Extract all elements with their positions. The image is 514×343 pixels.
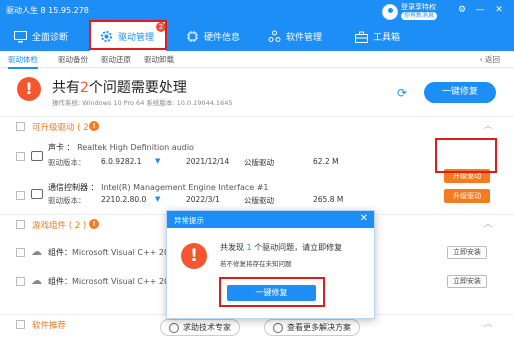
- summary-title: 共有2个问题需要处理: [52, 77, 187, 97]
- dropdown-icon[interactable]: ▼: [155, 157, 160, 165]
- dialog-subtext: 若不修复将存在未知问题: [220, 260, 292, 268]
- expert-icon: [169, 322, 179, 333]
- warning-icon: !: [89, 121, 99, 131]
- close-icon[interactable]: ✕: [493, 4, 505, 16]
- nav-hardware-info[interactable]: 硬件信息: [186, 22, 240, 51]
- os-info: 操作系统: Windows 10 Pro 64 系统版本: 10.0.19044…: [52, 99, 233, 107]
- ask-expert-label: 求助技术专家: [183, 323, 231, 332]
- close-icon[interactable]: ✕: [360, 213, 368, 224]
- section-label: 游戏组件 ( 2 ): [32, 221, 87, 231]
- login-area[interactable]: 登录享特权 你有新消息: [382, 3, 438, 20]
- section-checkbox[interactable]: [16, 320, 25, 329]
- section-checkbox[interactable]: [16, 220, 25, 229]
- highlight-box-dialog: [219, 277, 325, 307]
- sub-tabs: 驱动体检 驱动备份 驱动还原 驱动卸载 ‹ 返回: [0, 51, 514, 69]
- chevron-up-icon[interactable]: ︿: [484, 318, 492, 329]
- driver-vendor: 公版驱动: [244, 158, 274, 167]
- dialog-header: 异常提示 ✕: [167, 211, 374, 228]
- section-label: 可升级驱动 ( 2 ): [32, 123, 95, 133]
- version-value: 6.0.9282.1: [101, 157, 142, 166]
- section-label: 软件推荐: [32, 321, 67, 331]
- highlight-box-upgrade: [435, 138, 497, 173]
- section-upgradable: 可升级驱动 ( 2 ) ! ︿: [0, 116, 514, 135]
- dialog-message: 共发现 1 个驱动问题，请立即修复: [220, 242, 342, 253]
- summary-panel: ! 共有2个问题需要处理 操作系统: Windows 10 Pro 64 系统版…: [0, 69, 514, 115]
- upgrade-driver-button[interactable]: 升级驱动: [444, 189, 490, 203]
- warning-icon: !: [89, 219, 99, 229]
- highlight-box-nav: [89, 20, 167, 50]
- section-checkbox[interactable]: [16, 122, 25, 131]
- dropdown-icon[interactable]: ▼: [155, 195, 160, 203]
- summary-title-post: 个问题需要处理: [88, 80, 187, 96]
- tab-driver-uninstall[interactable]: 驱动卸载: [144, 54, 174, 65]
- cloud-icon: ☁: [31, 274, 42, 287]
- driver-size: 62.2 M: [313, 157, 339, 166]
- chevron-up-icon[interactable]: ︿: [484, 120, 492, 131]
- row-checkbox[interactable]: [16, 277, 25, 286]
- refresh-icon[interactable]: ⟳: [397, 86, 411, 100]
- driver-date: 2021/12/14: [186, 157, 230, 166]
- return-link[interactable]: ‹ 返回: [480, 54, 500, 65]
- nav-label: 软件管理: [286, 33, 323, 43]
- alert-icon: !: [181, 243, 207, 269]
- chevron-up-icon[interactable]: ︿: [484, 218, 492, 229]
- device-name: 声卡 ： Realtek High Definition audio: [48, 143, 194, 152]
- device-name: 通信控制器 ： Intel(R) Management Engine Inter…: [48, 183, 269, 192]
- nav-full-diagnosis[interactable]: 全面诊断: [14, 22, 68, 51]
- driver-vendor: 公版驱动: [244, 196, 274, 205]
- cloud-icon: ☁: [31, 245, 42, 258]
- title-bar: 驱动人生 8 15.95.278 登录享特权 你有新消息 ⚙ — ✕: [0, 0, 514, 22]
- main-nav: 全面诊断 驱动管理 2 硬件信息 软件管理 工具箱: [0, 22, 514, 51]
- dialog-message-post: 个驱动问题，请立即修复: [251, 243, 343, 252]
- install-now-button[interactable]: 立即安装: [447, 275, 487, 288]
- controller-icon: [31, 189, 43, 199]
- app-title: 驱动人生 8 15.95.278: [6, 6, 89, 15]
- login-label[interactable]: 登录享特权: [401, 3, 437, 11]
- message-badge[interactable]: 你有新消息: [401, 12, 438, 20]
- dialog-title: 异常提示: [174, 216, 204, 225]
- sound-card-icon: [31, 151, 43, 161]
- nav-software-management[interactable]: 软件管理: [268, 22, 322, 51]
- toolbox-icon: [355, 30, 368, 43]
- driver-row: 通信控制器 ： Intel(R) Management Engine Inter…: [0, 179, 514, 211]
- ask-expert-button[interactable]: 求助技术专家: [160, 319, 240, 336]
- issue-count: 2: [80, 80, 89, 96]
- tab-driver-backup[interactable]: 驱动备份: [58, 54, 88, 65]
- nav-toolbox[interactable]: 工具箱: [355, 22, 400, 51]
- tab-driver-restore[interactable]: 驱动还原: [101, 54, 131, 65]
- driver-date: 2022/3/1: [186, 195, 220, 204]
- solutions-icon: [273, 322, 283, 333]
- more-solutions-label: 查看更多解决方案: [287, 323, 351, 332]
- fix-all-button[interactable]: 一键修复: [424, 82, 496, 103]
- more-solutions-button[interactable]: 查看更多解决方案: [264, 319, 360, 336]
- row-checkbox[interactable]: [16, 191, 25, 200]
- row-checkbox[interactable]: [16, 248, 25, 257]
- nav-label: 全面诊断: [32, 33, 69, 43]
- settings-icon[interactable]: ⚙: [456, 4, 468, 16]
- driver-size: 265.8 M: [313, 195, 344, 204]
- version-label: 驱动版本：: [48, 158, 86, 167]
- nav-label: 硬件信息: [204, 33, 241, 43]
- version-value: 2210.2.80.0: [101, 195, 147, 204]
- monitor-icon: [14, 30, 27, 43]
- minimize-icon[interactable]: —: [474, 4, 486, 16]
- alert-icon: !: [17, 77, 41, 101]
- version-label: 驱动版本：: [48, 196, 86, 205]
- avatar-icon[interactable]: [382, 3, 398, 20]
- nav-label: 工具箱: [373, 33, 401, 43]
- row-checkbox[interactable]: [16, 152, 25, 161]
- install-now-button[interactable]: 立即安装: [447, 246, 487, 259]
- dialog-message-pre: 共发现: [220, 243, 247, 252]
- exception-dialog: 异常提示 ✕ ! 共发现 1 个驱动问题，请立即修复 若不修复将存在未知问题 一…: [166, 210, 375, 319]
- chip-icon: [186, 30, 199, 43]
- apps-icon: [268, 30, 281, 43]
- summary-title-pre: 共有: [52, 80, 80, 96]
- tab-driver-check[interactable]: 驱动体检: [8, 54, 38, 69]
